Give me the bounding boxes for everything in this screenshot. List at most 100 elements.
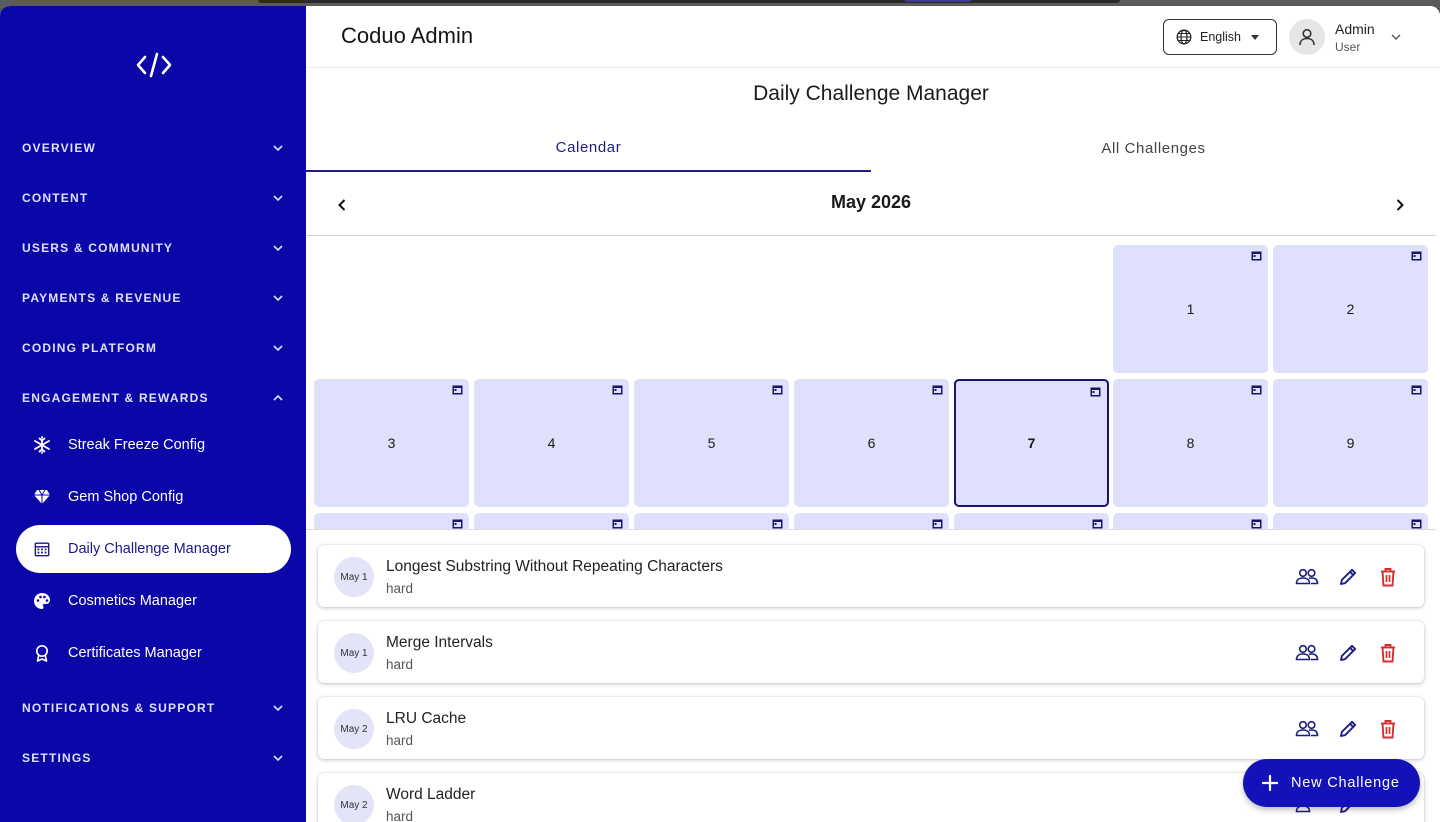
language-label: English (1200, 30, 1241, 44)
sidebar-section-label: CONTENT (22, 191, 89, 205)
tab-calendar[interactable]: Calendar (306, 124, 871, 172)
calendar-event-icon (932, 385, 943, 395)
calendar-day[interactable]: 6 (794, 379, 949, 507)
participants-button[interactable] (1295, 717, 1319, 741)
calendar-event-icon (772, 519, 783, 529)
sidebar-item-certificates-manager[interactable]: Certificates Manager (16, 629, 291, 677)
sidebar-section-payments-revenue[interactable]: PAYMENTS & REVENUE (0, 278, 306, 318)
new-challenge-label: New Challenge (1291, 775, 1400, 791)
user-icon (1299, 28, 1315, 46)
snowflake-icon (33, 436, 51, 454)
sidebar-section-coding-platform[interactable]: CODING PLATFORM (0, 328, 306, 368)
calendar-day[interactable]: 8 (1113, 379, 1268, 507)
chevron-down-icon (273, 345, 283, 352)
trash-icon (1381, 568, 1395, 587)
calendar-day[interactable] (314, 513, 469, 529)
calendar-day-selected[interactable]: 7 (954, 379, 1109, 507)
edit-button[interactable] (1336, 641, 1360, 665)
calendar-event-icon (612, 385, 623, 395)
sidebar-section-content[interactable]: CONTENT (0, 178, 306, 218)
calendar-day[interactable]: 5 (634, 379, 789, 507)
globe-icon (1176, 29, 1192, 45)
plus-icon (1261, 774, 1279, 792)
sidebar-item-streak-freeze-config[interactable]: Streak Freeze Config (16, 421, 291, 469)
language-selector[interactable]: English (1163, 19, 1277, 55)
top-header: Coduo Admin English Admin User (306, 6, 1440, 68)
next-month-button[interactable] (1390, 195, 1410, 215)
calendar-day-number: 9 (1346, 435, 1355, 451)
calendar-day[interactable] (474, 513, 629, 529)
delete-button[interactable] (1376, 565, 1400, 589)
avatar[interactable] (1289, 19, 1325, 55)
pencil-icon (1340, 568, 1357, 585)
code-logo-icon[interactable] (136, 52, 172, 78)
calendar-day[interactable] (1273, 513, 1428, 529)
sidebar-section-users-community[interactable]: USERS & COMMUNITY (0, 228, 306, 268)
app-title: Coduo Admin (341, 23, 474, 48)
participants-button[interactable] (1295, 641, 1319, 665)
tab-all-challenges[interactable]: All Challenges (871, 124, 1436, 172)
calendar-event-icon (1092, 519, 1103, 529)
edit-button[interactable] (1336, 565, 1360, 589)
calendar-day[interactable] (794, 513, 949, 529)
delete-button[interactable] (1376, 641, 1400, 665)
sidebar-section-label: USERS & COMMUNITY (22, 241, 174, 255)
sidebar-item-label: Gem Shop Config (68, 489, 184, 505)
sidebar-section-engagement-rewards[interactable]: ENGAGEMENT & REWARDS (0, 378, 306, 418)
challenge-title: Word Ladder (386, 786, 476, 803)
calendar-day[interactable]: 2 (1273, 245, 1428, 373)
calendar-event-icon (1411, 519, 1422, 529)
list-item: May 2 LRU Cache hard (318, 697, 1424, 759)
delete-button[interactable] (1376, 717, 1400, 741)
calendar-event-icon (1411, 251, 1422, 261)
calendar-day-number: 5 (707, 435, 716, 451)
chevron-up-icon (273, 394, 283, 401)
current-month: May 2026 (830, 192, 912, 212)
sidebar-item-label: Certificates Manager (68, 645, 202, 661)
calendar-day[interactable]: 9 (1273, 379, 1428, 507)
sidebar-section-settings[interactable]: SETTINGS (0, 738, 306, 778)
sidebar-section-notifications-support[interactable]: NOTIFICATIONS & SUPPORT (0, 688, 306, 728)
user-name: Admin (1335, 21, 1375, 37)
users-icon (1295, 644, 1319, 661)
list-item: May 1 Merge Intervals hard (318, 621, 1424, 683)
calendar-day-number: 6 (867, 435, 876, 451)
calendar-day[interactable]: 4 (474, 379, 629, 507)
calendar-day[interactable] (954, 513, 1109, 529)
calendar-day[interactable] (1113, 513, 1268, 529)
calendar-day-number: 8 (1186, 435, 1195, 451)
chevron-down-icon[interactable] (1390, 31, 1402, 43)
participants-button[interactable] (1295, 565, 1319, 589)
date-badge: May 1 (334, 633, 374, 673)
calendar-day[interactable] (634, 513, 789, 529)
date-badge: May 2 (334, 785, 374, 822)
trash-icon (1381, 644, 1395, 663)
calendar-event-icon (1411, 385, 1422, 395)
list-item: May 1 Longest Substring Without Repeatin… (318, 545, 1424, 607)
sidebar-item-daily-challenge-manager[interactable]: Daily Challenge Manager (16, 525, 291, 573)
calendar-event-icon (1090, 387, 1101, 397)
challenge-difficulty: hard (386, 809, 414, 822)
sidebar-section-overview[interactable]: OVERVIEW (0, 128, 306, 168)
calendar-day-number: 3 (387, 435, 396, 451)
sidebar-item-gem-shop-config[interactable]: Gem Shop Config (16, 473, 291, 521)
chevron-down-icon (273, 245, 283, 252)
trash-icon (1381, 720, 1395, 739)
month-navigation: May 2026 (306, 173, 1436, 236)
sidebar-item-label: Cosmetics Manager (68, 593, 197, 609)
diamond-icon (33, 488, 51, 506)
edit-button[interactable] (1336, 717, 1360, 741)
page-title: Daily Challenge Manager (753, 82, 989, 105)
calendar-event-icon (772, 385, 783, 395)
chevron-down-icon (273, 145, 283, 152)
sidebar-item-cosmetics-manager[interactable]: Cosmetics Manager (16, 577, 291, 625)
calendar-event-icon (1251, 385, 1262, 395)
calendar-day[interactable]: 3 (314, 379, 469, 507)
calendar-event-icon (1251, 519, 1262, 529)
award-icon (33, 644, 51, 662)
users-icon (1295, 720, 1319, 737)
new-challenge-button[interactable]: New Challenge (1243, 759, 1420, 807)
chevron-down-icon (273, 705, 283, 712)
sidebar-section-label: NOTIFICATIONS & SUPPORT (22, 701, 216, 715)
calendar-day[interactable]: 1 (1113, 245, 1268, 373)
